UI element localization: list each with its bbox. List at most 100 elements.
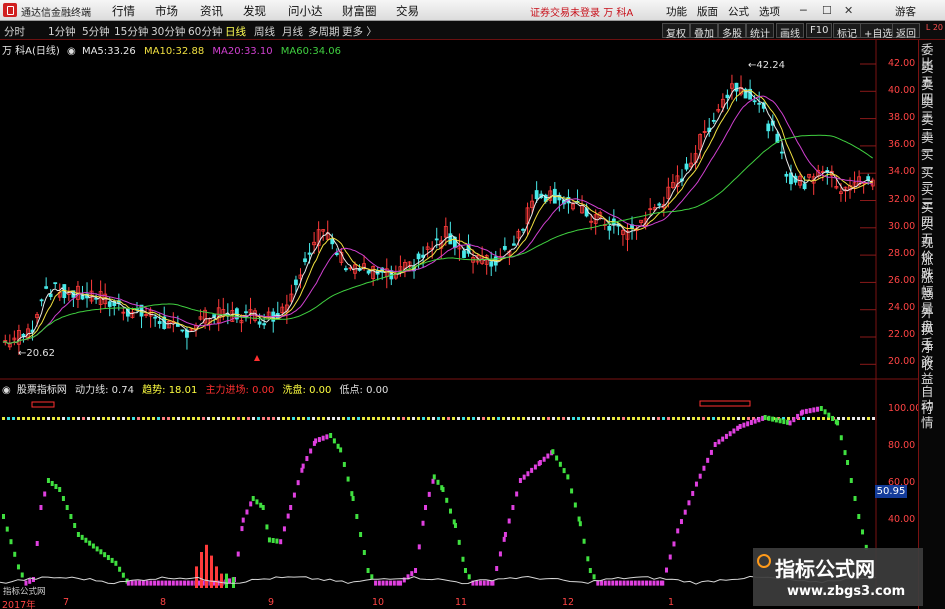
signal-dot (662, 417, 665, 420)
trend-segment (757, 417, 761, 423)
trend-segment (661, 580, 665, 586)
trade-status-text[interactable]: 证券交易未登录 万 科A (530, 4, 633, 19)
signal-dot (22, 417, 25, 420)
signal-dot (602, 417, 605, 420)
menu-trade[interactable]: 交易 (396, 3, 419, 19)
tab-1min[interactable]: 1分钟 (48, 24, 76, 39)
menu-ask-xiaoda[interactable]: 问小达 (288, 3, 323, 19)
trend-segment (377, 580, 381, 586)
candle-body (416, 253, 421, 260)
tab-5min[interactable]: 5分钟 (82, 24, 110, 39)
signal-dot (102, 417, 105, 420)
tab-60min[interactable]: 60分钟 (188, 24, 222, 39)
signal-dot (312, 417, 315, 420)
y-tick: 34.00 (888, 166, 916, 177)
trend-segment (486, 580, 490, 586)
signal-dot (557, 417, 560, 420)
trend-segment (5, 526, 9, 532)
trend-segment (301, 463, 305, 469)
trend-segment (738, 424, 742, 429)
draw-line-button[interactable]: 画线 (776, 23, 804, 40)
trend-segment (145, 580, 149, 586)
signal-dot (562, 417, 565, 420)
menu-discover[interactable]: 发现 (243, 3, 266, 19)
signal-dot (462, 417, 465, 420)
trend-segment (836, 420, 840, 426)
menu-functions[interactable]: 功能 (666, 4, 687, 19)
menu-wealth-circle[interactable]: 财富圈 (342, 3, 377, 19)
trend-segment (289, 505, 293, 510)
trend-segment (339, 447, 343, 453)
candle-body (366, 270, 371, 274)
title-bar: 通达信金融终端 行情 市场 资讯 发现 问小达 财富圈 交易 证券交易未登录 万… (0, 0, 945, 21)
trend-segment (732, 428, 736, 434)
tab-15min[interactable]: 15分钟 (114, 24, 148, 39)
watermark-banner: 指标公式网 www.zbgs3.com (753, 548, 923, 606)
restore-rights-button[interactable]: 复权 (662, 23, 690, 40)
menu-news[interactable]: 资讯 (200, 3, 223, 19)
statistics-button[interactable]: 统计 (746, 23, 774, 40)
trend-segment (774, 417, 778, 423)
minimize-icon[interactable]: ─ (800, 4, 807, 17)
signal-dot (32, 417, 35, 420)
multi-stock-button[interactable]: 多股 (718, 23, 746, 40)
signal-dot (507, 417, 510, 420)
indicator-settings-icon[interactable]: ◉ (2, 385, 11, 396)
candle-body (434, 238, 439, 241)
panel-quotes[interactable]: 行情 (921, 402, 945, 430)
add-favorite-button[interactable]: +自选 (860, 23, 897, 40)
trend-segment (801, 409, 805, 415)
signal-dot (52, 417, 55, 420)
overlay-button[interactable]: 叠加 (690, 23, 718, 40)
menu-options[interactable]: 选项 (759, 4, 780, 19)
guest-login[interactable]: 游客 (895, 4, 916, 19)
signal-dot (332, 417, 335, 420)
tab-monthly[interactable]: 月线 (282, 24, 303, 39)
signal-dot (652, 417, 655, 420)
signal-dot (617, 417, 620, 420)
mark-button[interactable]: 标记 (833, 23, 861, 40)
trend-segment (691, 490, 695, 496)
trend-segment (463, 568, 467, 573)
tab-more[interactable]: 更多 〉 (342, 24, 377, 39)
menu-formula[interactable]: 公式 (728, 4, 749, 19)
signal-dot (342, 417, 345, 420)
y-tick: 40.00 (888, 85, 916, 96)
back-button[interactable]: 返回 (892, 23, 920, 40)
trend-segment (607, 580, 611, 586)
trend-segment (804, 408, 808, 414)
ma5-line (2, 87, 873, 344)
f10-button[interactable]: F10 (806, 23, 833, 38)
tab-30min[interactable]: 30分钟 (151, 24, 185, 39)
trend-segment (724, 433, 728, 439)
maximize-icon[interactable]: ☐ (822, 4, 832, 17)
main-entry-readout: 主力进场: 0.00 (205, 385, 275, 396)
trend-segment (329, 433, 333, 438)
tab-timeshare[interactable]: 分时 (4, 24, 25, 39)
trend-segment (676, 528, 680, 534)
menu-quotes[interactable]: 行情 (112, 3, 135, 19)
chart-canvas[interactable] (0, 40, 918, 597)
trend-segment (292, 492, 296, 498)
signal-dot (822, 417, 825, 420)
tab-multi-period[interactable]: 多周期 (308, 24, 340, 39)
trend-segment (385, 580, 389, 586)
tab-daily[interactable]: 日线 (225, 24, 246, 39)
tab-weekly[interactable]: 周线 (254, 24, 275, 39)
settings-dot-icon[interactable]: ◉ (67, 46, 76, 57)
signal-dot (142, 417, 145, 420)
trend-segment (28, 578, 32, 584)
trend-segment (160, 580, 164, 586)
date-tick: 11 (455, 597, 468, 608)
trend-segment (410, 571, 414, 577)
panel-earnings[interactable]: 收益 (921, 358, 945, 386)
trend-segment (592, 574, 596, 580)
trend-segment (69, 514, 73, 519)
menu-market[interactable]: 市场 (155, 3, 178, 19)
signal-dot (567, 417, 570, 420)
y-tick: 26.00 (888, 275, 916, 286)
close-icon[interactable]: ✕ (844, 4, 853, 17)
trend-segment (573, 502, 577, 508)
menu-layout[interactable]: 版面 (697, 4, 718, 19)
trend-segment (54, 484, 58, 489)
